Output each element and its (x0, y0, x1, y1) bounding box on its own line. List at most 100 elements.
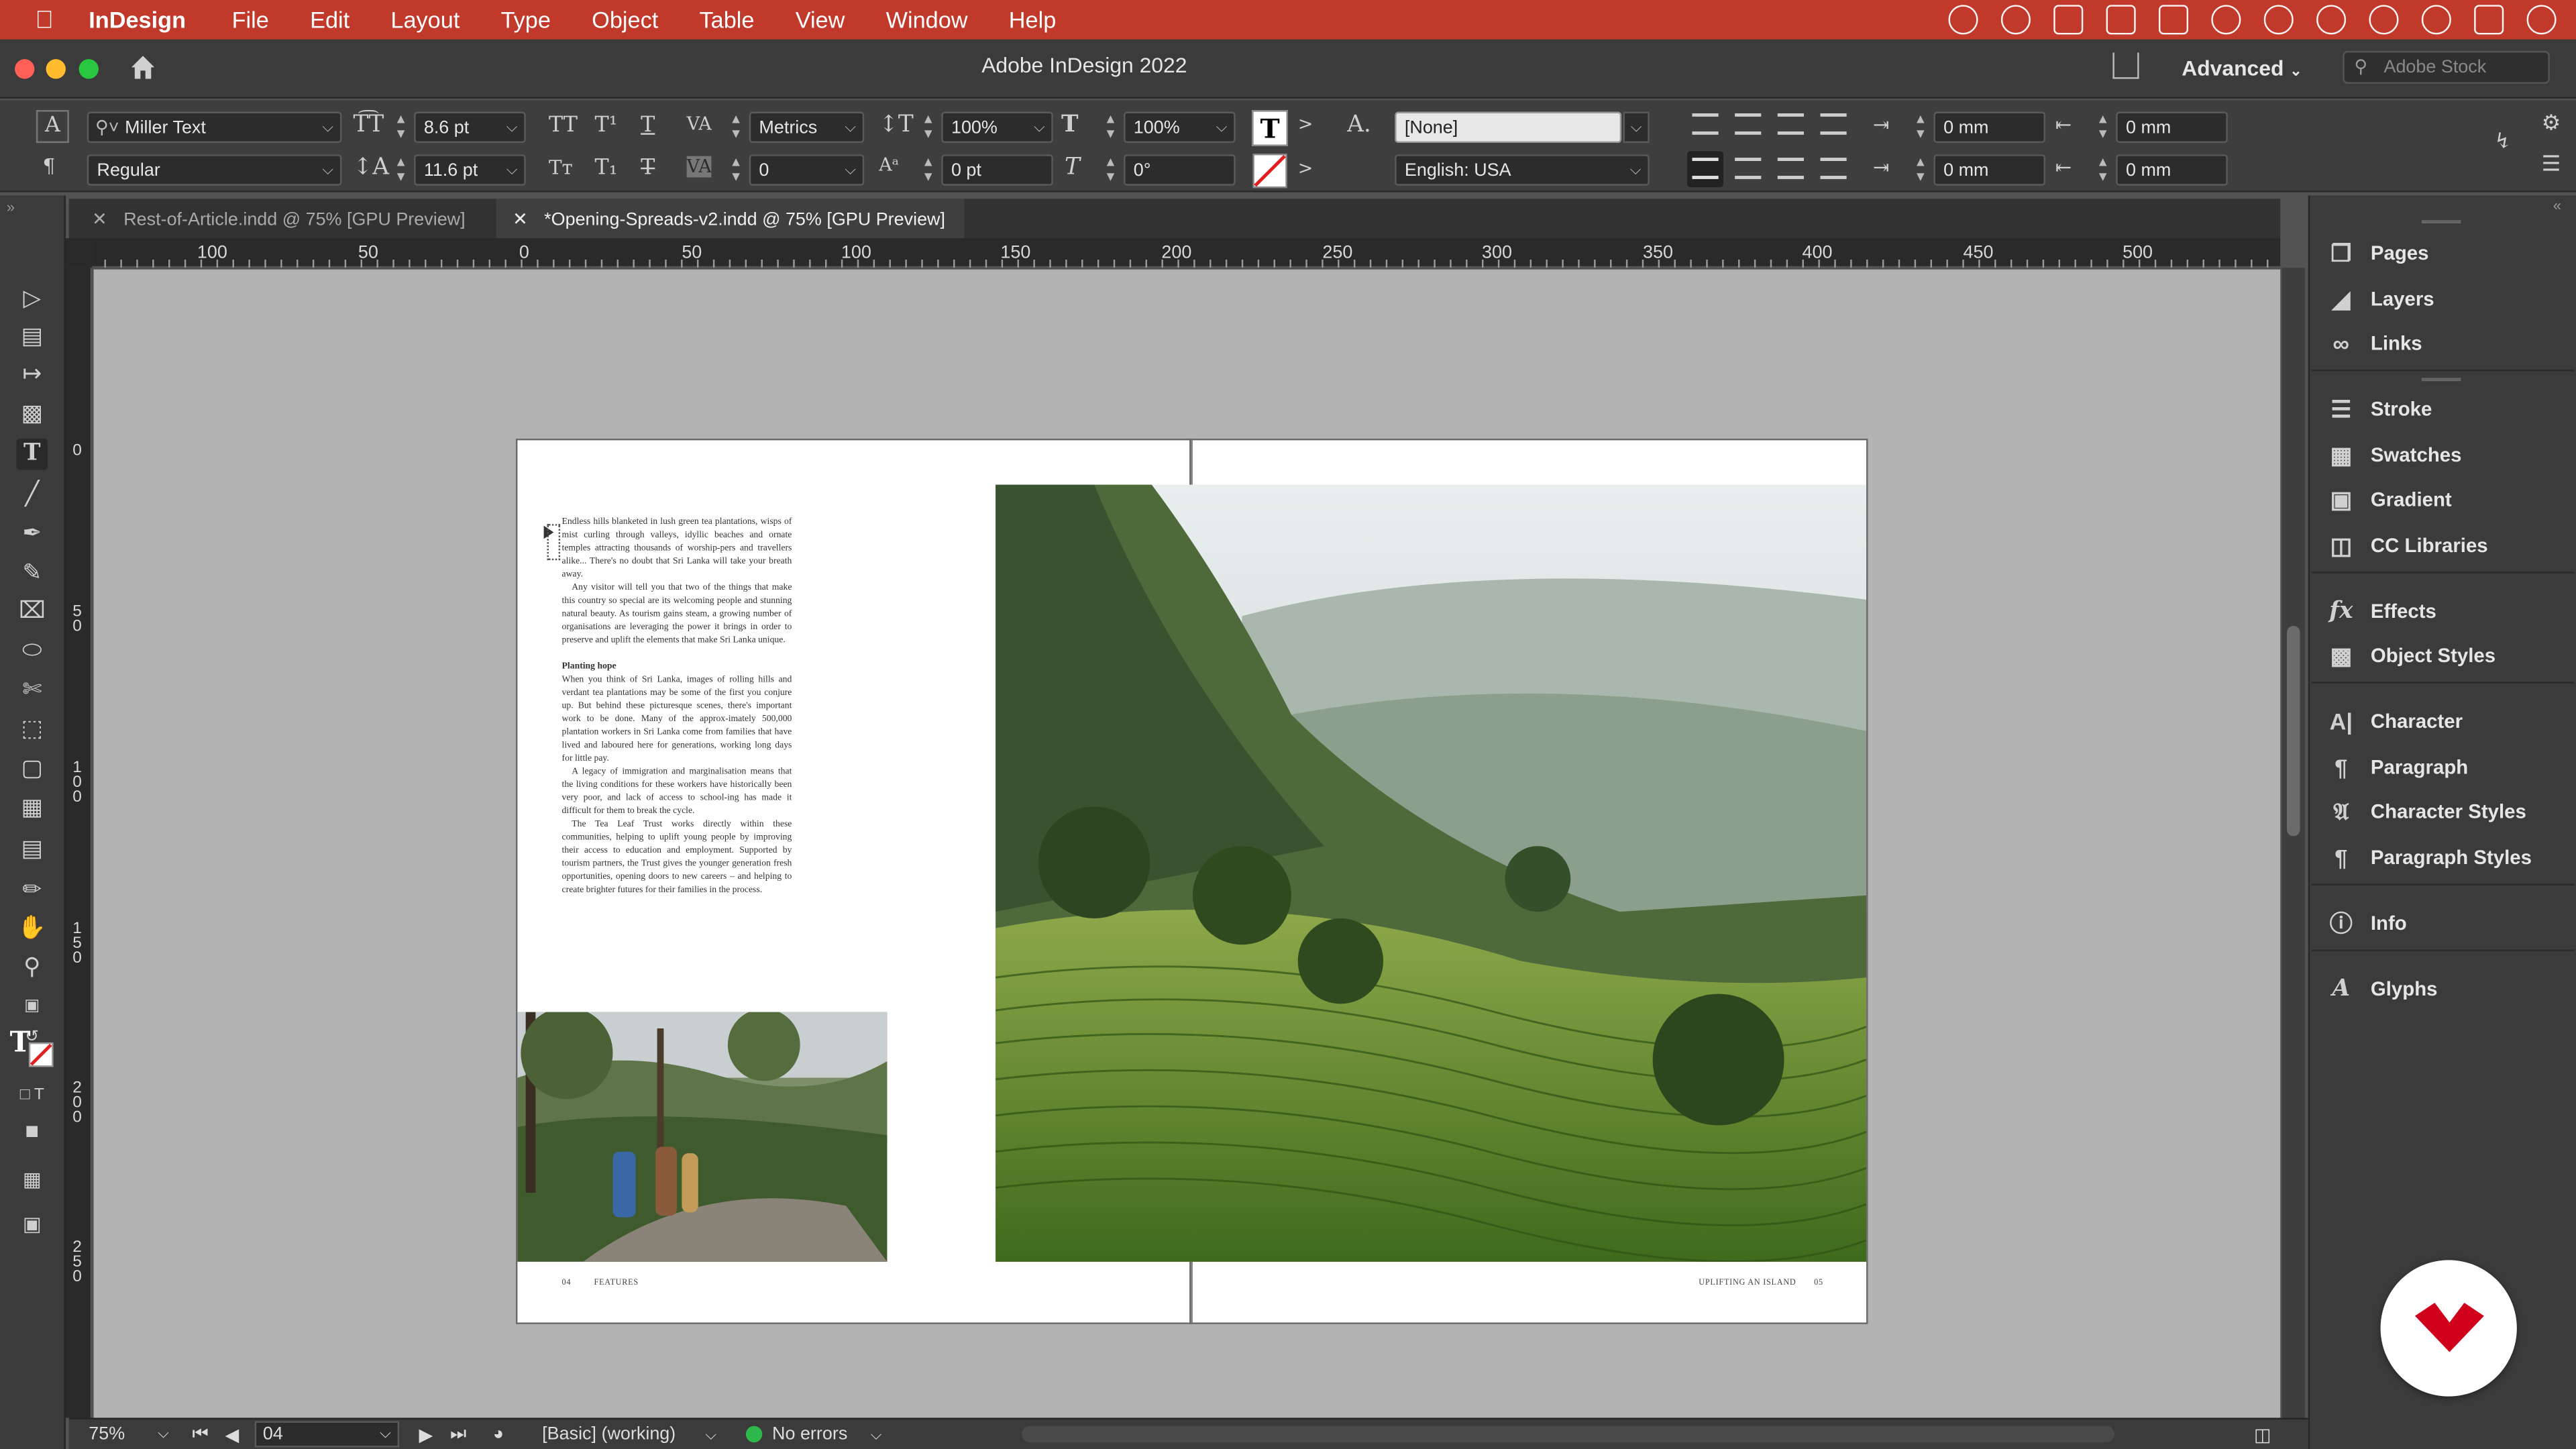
panel-links[interactable]: ∞ Links (2326, 325, 2422, 362)
apply-color-icon[interactable]: ■ (16, 1116, 48, 1147)
last-page-button[interactable]: ⏭ (450, 1424, 466, 1446)
kerning-stepper[interactable]: ▲ ▼ (728, 112, 744, 144)
chevron-right-icon[interactable]: > (1298, 158, 1313, 179)
bluetooth-icon[interactable] (2264, 5, 2294, 34)
siri-icon[interactable] (2527, 5, 2557, 34)
line-tool-icon[interactable]: ╱ (16, 478, 48, 510)
font-style-field[interactable]: Regular ⌵ (87, 154, 342, 186)
dropbox-icon[interactable] (2053, 5, 2083, 34)
horizontal-scale-stepper[interactable]: ▲ ▼ (1102, 112, 1118, 144)
panel-effects[interactable]: fx Effects (2326, 593, 2436, 629)
justify-last-center-icon[interactable] (1735, 158, 1761, 179)
tea-plantation-hero-photo[interactable] (996, 484, 1866, 1261)
page-number-field[interactable]: 04 ⌵ (255, 1421, 400, 1447)
direct-selection-tool-icon[interactable]: ▷ (16, 282, 48, 314)
underline-icon[interactable]: T (641, 113, 655, 138)
free-transform-tool-icon[interactable]: ⬚ (16, 713, 48, 745)
zoom-tool-icon[interactable]: ⚲ (16, 951, 48, 983)
panel-stroke[interactable]: ☰ Stroke (2326, 391, 2432, 427)
justify-last-left-icon[interactable] (1692, 158, 1718, 179)
character-style-field[interactable]: [None] (1395, 112, 1621, 144)
pen-tool-icon[interactable]: ✒ (16, 517, 48, 549)
paragraph-formatting-controls-icon[interactable]: ¶ (43, 154, 56, 177)
leading-stepper[interactable]: ▲ ▼ (392, 154, 409, 186)
gradient-swatch-tool-icon[interactable]: ▢ (16, 753, 48, 784)
panel-menu-icon[interactable]: ☰ (2542, 153, 2561, 178)
tab-opening-spreads[interactable]: ✕ *Opening-Spreads-v2.indd @ 75% [GPU Pre… (496, 199, 965, 238)
ellipse-tool-icon[interactable]: ⬭ (16, 634, 48, 665)
fill-color-swatch[interactable]: T (1252, 110, 1288, 146)
menu-file[interactable]: File (232, 7, 269, 33)
panel-glyphs[interactable]: A Glyphs (2326, 971, 2438, 1007)
right-indent-field[interactable]: 0 mm (2116, 112, 2228, 144)
share-icon[interactable] (2112, 52, 2139, 78)
kerning-field[interactable]: Metrics ⌵ (749, 112, 864, 144)
left-indent-field[interactable]: 0 mm (1933, 112, 2045, 144)
menu-app-indesign[interactable]: InDesign (89, 7, 186, 33)
align-left-icon[interactable] (1692, 113, 1718, 135)
control-center-icon[interactable] (2474, 5, 2504, 34)
preflight-icon[interactable]: ◕ (493, 1424, 504, 1444)
adobe-fonts-icon[interactable] (2106, 5, 2136, 34)
language-field[interactable]: English: USA ⌵ (1395, 154, 1650, 186)
lightning-icon[interactable]: ↯ (2494, 129, 2512, 154)
horizontal-ruler[interactable]: 100 50 0 50 100 150 200 250 300 350 400 … (92, 238, 2280, 268)
tracking-field[interactable]: 0 ⌵ (749, 154, 864, 186)
preflight-profile[interactable]: [Basic] (working) ⌵ (542, 1424, 716, 1444)
preflight-errors[interactable]: No errors ⌵ (772, 1424, 881, 1444)
panel-paragraph[interactable]: ¶ Paragraph (2326, 749, 2468, 786)
font-size-stepper[interactable]: ▲ ▼ (392, 112, 409, 144)
panel-paragraph-styles[interactable]: ¶ Paragraph Styles (2326, 839, 2532, 875)
tracking-stepper[interactable]: ▲ ▼ (728, 154, 744, 186)
subscript-icon[interactable]: T₁ (595, 156, 618, 181)
align-towards-spine-icon[interactable] (1820, 113, 1846, 135)
tea-pickers-photo[interactable] (517, 1012, 887, 1262)
menu-view[interactable]: View (796, 7, 845, 33)
panel-group-grip[interactable] (2422, 378, 2461, 381)
align-center-icon[interactable] (1735, 113, 1761, 135)
ruler-origin[interactable] (66, 238, 92, 268)
first-line-indent-field[interactable]: 0 mm (1933, 154, 2045, 186)
tab-rest-of-article[interactable]: ✕ Rest-of-Article.indd @ 75% [GPU Preview… (76, 199, 490, 238)
strikethrough-icon[interactable]: T (641, 156, 655, 181)
panel-layers[interactable]: ◢ Layers (2326, 281, 2434, 317)
superscript-icon[interactable]: T¹ (595, 113, 618, 138)
menu-help[interactable]: Help (1009, 7, 1057, 33)
battery-icon[interactable] (2159, 5, 2188, 34)
leading-field[interactable]: 11.6 pt ⌵ (414, 154, 526, 186)
cc-sync-icon[interactable] (2001, 5, 2031, 34)
pencil-tool-icon[interactable]: ✎ (16, 557, 48, 588)
panel-object-styles[interactable]: ▩ Object Styles (2326, 637, 2496, 674)
panel-pages[interactable]: ❐ Pages (2326, 235, 2429, 271)
screen-mode-preview-icon[interactable]: ▣ (16, 1209, 48, 1240)
stroke-color-swatch[interactable] (1252, 153, 1288, 189)
vertical-scale-field[interactable]: 100% ⌵ (941, 112, 1053, 144)
scissors-tool-icon[interactable]: ✄ (16, 674, 48, 705)
character-style-dropdown[interactable]: ⌵ (1623, 112, 1650, 144)
rectangle-frame-tool-icon[interactable]: ⌧ (16, 595, 48, 627)
first-line-indent-stepper[interactable]: ▲ ▼ (1913, 154, 1929, 186)
collapse-dock-icon[interactable]: « (2553, 197, 2561, 213)
zoom-field[interactable]: 75% ⌵ (89, 1424, 174, 1444)
expand-toolbox-icon[interactable]: » (7, 199, 15, 215)
horizontal-scrollbar[interactable] (1022, 1426, 2114, 1442)
font-size-field[interactable]: 8.6 pt ⌵ (414, 112, 526, 144)
baseline-shift-stepper[interactable]: ▲ ▼ (920, 154, 936, 186)
panel-info[interactable]: ⓘ Info (2326, 905, 2407, 941)
type-tool-icon[interactable]: T (16, 439, 48, 470)
note-tool-icon[interactable]: ▤ (16, 833, 48, 865)
justify-all-icon[interactable] (1778, 158, 1804, 179)
scrollbar-thumb[interactable] (2287, 626, 2300, 836)
vertical-scale-stepper[interactable]: ▲ ▼ (920, 112, 936, 144)
vertical-scrollbar[interactable] (2282, 268, 2305, 1417)
eyedropper-tool-icon[interactable]: ✏ (16, 874, 48, 906)
previous-page-button[interactable]: ◀ (225, 1424, 239, 1446)
split-layout-view-icon[interactable]: ◫ (2254, 1424, 2271, 1446)
default-fill-stroke-icon[interactable]: ▣ ↺ (16, 991, 48, 1022)
body-text-frame[interactable]: Endless hills blanketed in lush green te… (562, 516, 792, 897)
settings-gear-icon[interactable]: ⚙ (2542, 112, 2561, 137)
panel-gradient[interactable]: ▣ Gradient (2326, 482, 2452, 518)
gap-tool-icon[interactable]: ↦ (16, 358, 48, 390)
next-page-button[interactable]: ▶ (419, 1424, 433, 1446)
left-indent-stepper[interactable]: ▲ ▼ (1913, 112, 1929, 144)
